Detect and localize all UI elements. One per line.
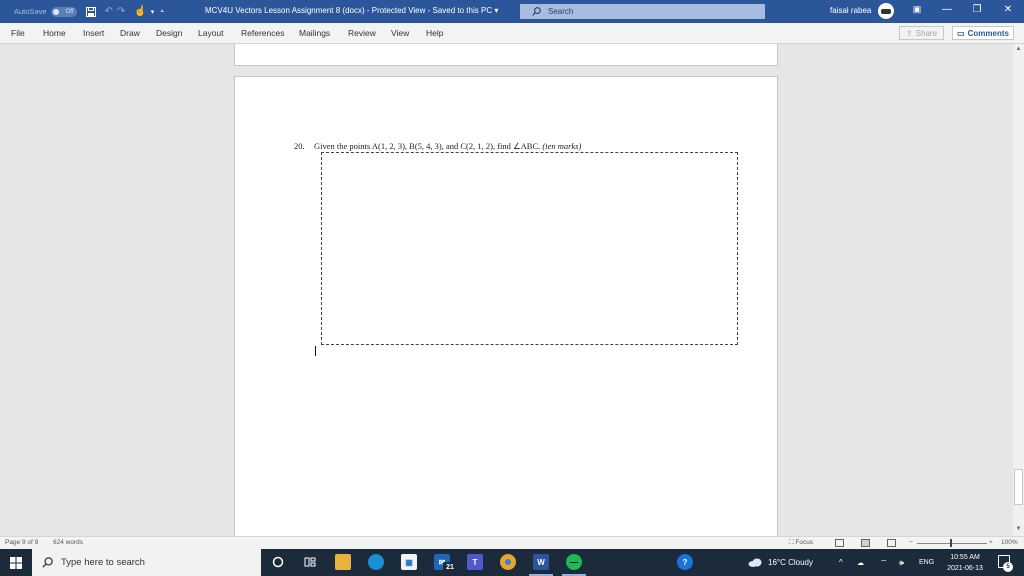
zoom-in-button[interactable]: + xyxy=(989,539,993,546)
help-icon[interactable]: ? xyxy=(677,554,693,570)
scroll-down-icon[interactable]: ▼ xyxy=(1013,524,1024,534)
question-body: Given the points A(1, 2, 3), B(5, 4, 3),… xyxy=(314,141,541,151)
minimize-button[interactable]: — xyxy=(940,4,954,15)
avatar[interactable] xyxy=(878,3,894,19)
windows-icon xyxy=(10,556,22,569)
focus-button[interactable]: ⛶ Focus xyxy=(789,539,813,547)
user-name[interactable]: faisal rabea xyxy=(830,6,871,15)
comment-icon: ▭ xyxy=(957,28,965,38)
customize-toolbar-icon[interactable]: ⩡ xyxy=(160,8,164,16)
edge-icon[interactable] xyxy=(368,554,384,570)
clock[interactable]: 10:55 AM 2021-06-13 xyxy=(940,552,990,574)
cortana-icon[interactable] xyxy=(270,554,286,570)
tab-mailings[interactable]: Mailings xyxy=(299,28,330,38)
file-explorer-icon[interactable] xyxy=(335,554,351,570)
search-label: Search xyxy=(548,7,574,16)
taskbar-search-placeholder: Type here to search xyxy=(61,557,145,568)
show-hidden-icons-icon[interactable]: ^ xyxy=(839,549,843,576)
scroll-thumb[interactable] xyxy=(1014,469,1023,505)
tab-view[interactable]: View xyxy=(391,28,409,38)
print-layout-icon[interactable] xyxy=(861,539,870,547)
spotify-icon[interactable] xyxy=(566,554,582,570)
title-bar: AutoSave Off ↶ ↷ ☝ ▾ ⩡ MCV4U Vectors Les… xyxy=(0,0,1024,23)
web-layout-icon[interactable] xyxy=(887,539,896,547)
tab-design[interactable]: Design xyxy=(156,28,182,38)
scroll-up-icon[interactable]: ▲ xyxy=(1013,44,1024,54)
chevron-down-icon[interactable]: ▾ xyxy=(151,8,155,16)
page-info[interactable]: Page 9 of 9 xyxy=(5,539,38,546)
zoom-level[interactable]: 100% xyxy=(1001,539,1018,546)
cloud-icon xyxy=(748,558,762,567)
clock-date: 2021-06-13 xyxy=(947,565,983,572)
text-cursor xyxy=(315,346,316,356)
document-canvas[interactable]: 20. Given the points A(1, 2, 3), B(5, 4, … xyxy=(0,44,1013,536)
tab-file[interactable]: File xyxy=(11,28,25,38)
tab-draw[interactable]: Draw xyxy=(120,28,140,38)
redo-icon[interactable]: ↷ xyxy=(117,6,125,17)
answer-box[interactable] xyxy=(321,152,738,345)
teams-icon[interactable]: T xyxy=(467,554,483,570)
tab-insert[interactable]: Insert xyxy=(83,28,104,38)
status-bar: Page 9 of 9 624 words ⛶ Focus − + 100% xyxy=(0,536,1024,549)
chrome-icon[interactable] xyxy=(500,554,516,570)
taskbar: Type here to search ▦ ✉ 21 T W ? 16°C Cl… xyxy=(0,549,1024,576)
share-icon: ⇪ xyxy=(905,28,913,38)
autosave-toggle[interactable]: Off xyxy=(50,6,77,17)
tab-layout[interactable]: Layout xyxy=(198,28,224,38)
search-icon xyxy=(532,7,541,16)
volume-icon[interactable]: 🕪 xyxy=(899,549,904,576)
question-number: 20. xyxy=(294,141,305,151)
language-indicator[interactable]: ENG xyxy=(919,549,934,576)
word-count[interactable]: 624 words xyxy=(53,539,83,546)
zoom-slider[interactable] xyxy=(917,543,987,544)
save-icon[interactable] xyxy=(85,6,96,17)
ribbon-display-icon[interactable]: ▣ xyxy=(910,4,924,15)
search-box[interactable]: Search xyxy=(520,4,765,19)
tab-home[interactable]: Home xyxy=(43,28,66,38)
vertical-scrollbar[interactable]: ▲ ▼ xyxy=(1013,44,1024,536)
zoom-slider-thumb[interactable] xyxy=(950,539,952,547)
touch-mode-icon[interactable]: ☝ xyxy=(134,6,146,17)
autosave-control[interactable]: AutoSave Off xyxy=(14,6,77,17)
zoom-out-button[interactable]: − xyxy=(909,539,913,546)
ribbon-tabs: File Home Insert Draw Design Layout Refe… xyxy=(0,23,1024,44)
previous-page[interactable] xyxy=(234,44,778,66)
onedrive-icon[interactable]: ☁ xyxy=(857,549,864,576)
question-marks: (ten marks) xyxy=(542,141,582,151)
undo-icon[interactable]: ↶ xyxy=(105,6,113,17)
tab-help[interactable]: Help xyxy=(426,28,443,38)
mail-badge: 21 xyxy=(443,562,457,572)
autosave-label: AutoSave xyxy=(14,7,47,16)
comments-label: Comments xyxy=(967,28,1009,38)
question-text[interactable]: 20. Given the points A(1, 2, 3), B(5, 4, … xyxy=(294,141,581,152)
word-icon[interactable]: W xyxy=(533,554,549,570)
notification-badge: 5 xyxy=(1003,562,1013,572)
taskbar-search[interactable]: Type here to search xyxy=(32,549,261,576)
weather-text: 16°C Cloudy xyxy=(768,558,813,567)
restore-button[interactable]: ❐ xyxy=(970,4,984,15)
focus-icon: ⛶ xyxy=(789,539,794,546)
store-icon[interactable]: ▦ xyxy=(401,554,417,570)
task-view-icon[interactable] xyxy=(302,554,318,570)
weather-widget[interactable]: 16°C Cloudy xyxy=(748,549,813,576)
tab-references[interactable]: References xyxy=(241,28,284,38)
search-icon xyxy=(42,557,53,568)
share-label: Share xyxy=(915,28,938,38)
read-mode-icon[interactable] xyxy=(835,539,844,547)
tab-review[interactable]: Review xyxy=(348,28,376,38)
document-page[interactable]: 20. Given the points A(1, 2, 3), B(5, 4, … xyxy=(234,76,778,536)
close-button[interactable]: ✕ xyxy=(1001,4,1015,15)
start-button[interactable] xyxy=(0,549,32,576)
clock-time: 10:55 AM xyxy=(950,554,980,561)
document-title[interactable]: MCV4U Vectors Lesson Assignment 8 (docx)… xyxy=(205,6,498,15)
network-icon[interactable]: ⌔ xyxy=(880,549,888,576)
comments-button[interactable]: ▭ Comments xyxy=(952,26,1014,40)
focus-label: Focus xyxy=(795,539,814,546)
share-button[interactable]: ⇪ Share xyxy=(899,26,944,40)
autosave-state: Off xyxy=(65,8,74,15)
